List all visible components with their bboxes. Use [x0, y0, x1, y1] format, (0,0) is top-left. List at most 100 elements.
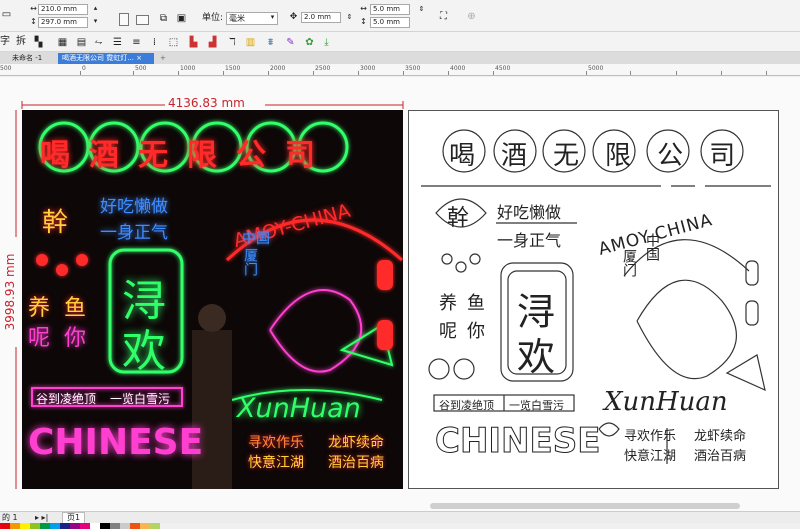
color-swatch[interactable]: [80, 523, 90, 529]
plugin-icon[interactable]: ✿: [304, 37, 315, 48]
drawing-canvas[interactable]: 4136.83 mm 3998.93 mm 喝 酒 无 限 公 司 幹 好吃懒做…: [0, 77, 800, 511]
page-height-field[interactable]: 297.0 mm: [38, 17, 88, 28]
current-page-icon[interactable]: ▣: [176, 13, 187, 24]
lineart-banner-left: 谷到凌绝顶: [439, 399, 494, 412]
lineart-nini: 呢你: [439, 321, 495, 342]
install-icon[interactable]: ⤓: [321, 37, 332, 48]
distribute-icon[interactable]: ≡: [131, 37, 142, 48]
lineart-title-row: 喝 酒 无 限 公 司: [449, 135, 735, 172]
lineart-title-char: 酒: [501, 141, 528, 171]
title-row: 喝 酒 无 限 公 司: [40, 130, 315, 174]
color-swatch[interactable]: [20, 523, 30, 529]
lineart-title-char: 司: [709, 141, 736, 171]
color-swatch[interactable]: [120, 523, 130, 529]
group-icon[interactable]: ▚: [33, 37, 44, 48]
line-art-vector[interactable]: 喝 酒 无 限 公 司 幹 好吃懒做 一身正气 AMOY-CHINA 中国 厦门…: [408, 110, 779, 489]
slogan-1: 好吃懒做: [100, 197, 168, 217]
portrait-button[interactable]: [119, 13, 129, 26]
color-fill-icon[interactable]: ▙: [188, 37, 199, 48]
spin-up-icon[interactable]: ▴: [90, 3, 101, 14]
property-bar: ▭ ↔ 210.0 mm ↕ 297.0 mm ▴ ▾ ⧉ ▣ 单位: 毫米 ▾…: [0, 0, 800, 32]
paper-size-icon[interactable]: ▭: [1, 9, 12, 20]
huan-char: 欢: [122, 326, 166, 377]
lineart-title-char: 限: [605, 141, 632, 171]
tab-active-document[interactable]: 喝酒无限公司 霓虹灯... ×: [58, 53, 154, 64]
tab-untitled[interactable]: 未命名 -1: [8, 53, 58, 64]
horizontal-ruler[interactable]: 500 0 500 1000 1500 2000 2500 3000 3500 …: [0, 64, 800, 76]
bottom-left-2: 快意江湖: [248, 455, 304, 471]
ruler-tick-label: 4500: [495, 65, 511, 72]
color-swatch[interactable]: [90, 523, 100, 529]
lineart-bottom-left-2: 快意江湖: [624, 449, 677, 464]
page-width-field[interactable]: 210.0 mm: [38, 4, 88, 15]
color-swatch[interactable]: [140, 523, 150, 529]
nudge-field[interactable]: 2.0 mm: [301, 12, 341, 23]
text-format-icon[interactable]: ℸ: [227, 37, 238, 48]
lineart-gan: 幹: [447, 206, 470, 231]
add-tab-button[interactable]: +: [156, 53, 170, 64]
lineart-slogan-2: 一身正气: [497, 231, 562, 250]
color-swatch[interactable]: [100, 523, 110, 529]
secondary-toolbar: 字 拆 ▚ ▦ ▤ ⥊ ☰ ≡ ⁞ ⬚ ▙ ▟ ℸ ▥ ⩩ ✎ ✿ ⤓: [0, 32, 800, 52]
bottom-left-1: 寻欢作乐: [248, 435, 304, 451]
landscape-button[interactable]: [136, 15, 149, 25]
color-swatch[interactable]: [10, 523, 20, 529]
ruler-tick-label: 3500: [405, 65, 421, 72]
height-dimension-label: 3998.93 mm: [3, 253, 17, 331]
spin-down-icon[interactable]: ▾: [90, 16, 101, 27]
color-swatch[interactable]: [40, 523, 50, 529]
color-swatch[interactable]: [0, 523, 10, 529]
grid-icon[interactable]: ▦: [57, 37, 68, 48]
color-swatch[interactable]: [130, 523, 140, 529]
color-swatch[interactable]: [110, 523, 120, 529]
lineart-slogan-1: 好吃懒做: [497, 203, 562, 222]
horizontal-scrollbar[interactable]: [430, 503, 740, 509]
color-swatch[interactable]: [50, 523, 60, 529]
lineart-banner-right: 一览白雪污: [509, 399, 564, 412]
dup-spin-icon[interactable]: ⇕: [416, 4, 427, 15]
split-tool-button[interactable]: 拆: [16, 36, 26, 48]
close-icon[interactable]: ×: [136, 54, 142, 62]
select-icon[interactable]: ⬚: [168, 37, 179, 48]
chinese-text: CHINESE: [28, 422, 204, 463]
duplicate-y-field[interactable]: 5.0 mm: [370, 17, 410, 28]
color-swatch[interactable]: [70, 523, 80, 529]
page-border-icon[interactable]: ⛶: [438, 11, 449, 22]
ruler-tick-label: 500: [0, 65, 12, 72]
bottom-right-2: 酒治百病: [328, 455, 384, 471]
lineart-title-char: 公: [657, 141, 684, 171]
title-char: 司: [285, 138, 315, 173]
table-icon[interactable]: ▤: [76, 37, 87, 48]
lineart-bottom-right-1: 龙虾续命: [694, 429, 747, 444]
ruler-tick-label: 3000: [360, 65, 376, 72]
color-swatch[interactable]: [30, 523, 40, 529]
color-swatch[interactable]: [60, 523, 70, 529]
path-icon[interactable]: ⥊: [93, 37, 104, 48]
sign-gan: 幹: [42, 208, 69, 238]
title-char: 喝: [40, 138, 70, 173]
bitmap-icon[interactable]: ▥: [245, 37, 256, 48]
neon-sign-photo[interactable]: 喝 酒 无 限 公 司 幹 好吃懒做 一身正气 AMOY-CHINA 中国 厦门…: [22, 110, 403, 489]
color-swatch[interactable]: [150, 523, 160, 529]
dropdown-arrow-icon[interactable]: ▾: [267, 12, 278, 23]
add-page-icon[interactable]: ⊕: [466, 11, 477, 22]
node-icon[interactable]: ⩩: [265, 37, 276, 48]
bottom-right-1: 龙虾续命: [328, 435, 384, 451]
lines-icon[interactable]: ⁞: [149, 37, 160, 48]
lineart-bottom-right-2: 酒治百病: [694, 449, 747, 464]
ruler-tick-label: 2000: [270, 65, 286, 72]
lineart-title-char: 喝: [449, 141, 476, 171]
xiamen-text: 厦门: [242, 248, 258, 276]
ruler-tick-label: 500: [135, 65, 147, 72]
duplicate-x-field[interactable]: 5.0 mm: [370, 4, 410, 15]
nudge-spin-icon[interactable]: ⇕: [344, 12, 355, 23]
lineart-title-char: 无: [553, 141, 580, 171]
outline-icon[interactable]: ▟: [207, 37, 218, 48]
effects-icon[interactable]: ✎: [285, 37, 296, 48]
dup-x-icon: ↔: [360, 4, 367, 13]
text-tool-button[interactable]: 字: [0, 36, 10, 48]
all-pages-icon[interactable]: ⧉: [158, 13, 169, 24]
title-char: 公: [236, 138, 266, 173]
lineart-xunhuan: XunHuan: [604, 387, 728, 417]
align-icon[interactable]: ☰: [112, 37, 123, 48]
